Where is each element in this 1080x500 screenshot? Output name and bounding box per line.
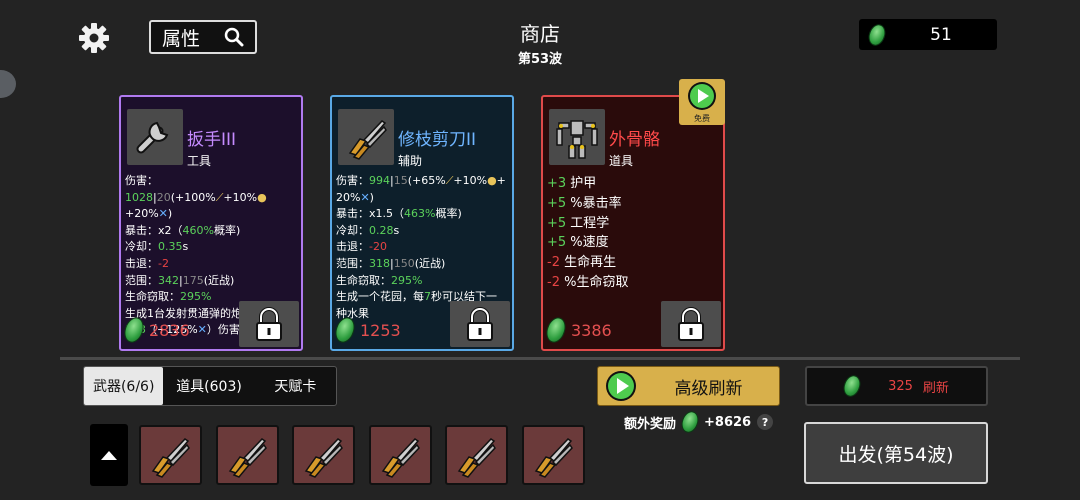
stat-line: 20%✕): [336, 190, 374, 204]
weapon-slot[interactable]: [445, 425, 508, 485]
go-label: 出发(第54波): [838, 443, 954, 466]
shop-title: 商店 第53波: [460, 18, 620, 67]
stat-line: -2 %生命窃取: [547, 274, 629, 290]
stat-line: +5 工程学: [547, 215, 610, 231]
attributes-button[interactable]: 属性: [149, 20, 257, 54]
free-reroll-button[interactable]: 免费: [679, 79, 725, 125]
stat-line: +3 护甲: [547, 176, 597, 191]
shop-card: 修枝剪刀II 辅助伤害：994|15(+65%⟋+10%●+ 20%✕) 暴击：x1.…: [330, 95, 514, 351]
stat-line: 生命窃取：295%: [336, 273, 423, 287]
pruning-shears-icon: [228, 438, 267, 478]
premium-refresh-label: 高级刷新: [674, 378, 743, 399]
tab-items[interactable]: 道具(603): [163, 367, 254, 405]
item-icon: [338, 109, 394, 165]
pruning-shears-icon: [457, 438, 496, 478]
pruning-shears-icon: [381, 438, 420, 478]
shop-card: 扳手III 工具伤害：1028|20(+100%⟋+10%● +20%✕) 暴击：x2…: [119, 95, 303, 351]
currency-amount: 51: [930, 24, 952, 45]
item-type: 道具: [609, 154, 634, 168]
weapon-slot[interactable]: [139, 425, 202, 485]
price-value: 2836: [149, 320, 190, 340]
item-icon: [549, 109, 605, 165]
stat-line: +5 %暴击率: [547, 195, 622, 211]
attributes-label: 属性: [161, 27, 200, 50]
material-coin-icon: [332, 314, 358, 346]
price-value: 1253: [360, 320, 401, 340]
side-handle[interactable]: [0, 70, 16, 98]
help-icon[interactable]: ?: [757, 414, 774, 430]
extra-bonus: 额外奖励 +8626 ?: [624, 408, 774, 436]
bonus-value: +8626: [704, 414, 752, 430]
play-icon: [688, 82, 716, 110]
stat-line: 范围：342|175(近战): [125, 273, 235, 287]
pruning-shears-icon: [151, 438, 190, 478]
material-coin-icon: [121, 314, 147, 346]
play-icon: [606, 371, 636, 401]
material-coin-icon: [840, 372, 864, 400]
lock-icon: [467, 307, 493, 341]
lock-button[interactable]: [239, 301, 299, 347]
price-value: 3386: [571, 320, 612, 340]
item-name: 外骨骼: [609, 130, 660, 150]
bonus-label: 额外奖励: [624, 416, 677, 432]
free-label: 免费: [694, 114, 710, 123]
tab-talent-cards[interactable]: 天赋卡: [255, 367, 336, 405]
refresh-button[interactable]: 325 刷新: [805, 366, 988, 406]
wave-label: 第53波: [517, 52, 563, 67]
stat-line: 冷却：0.28s: [336, 223, 400, 237]
item-price[interactable]: 3386: [543, 314, 612, 346]
stat-line: 伤害：1028|20(+100%⟋+10%●: [125, 174, 267, 204]
item-type: 辅助: [398, 154, 423, 168]
arrow-up-icon: [101, 451, 117, 460]
expand-button[interactable]: [90, 424, 128, 486]
stat-line: 击退：-2: [125, 256, 169, 270]
item-icon: [127, 109, 183, 165]
stat-line: 击退：-20: [336, 240, 387, 254]
stat-line: 暴击：x1.5（463%概率): [336, 207, 462, 221]
stat-line: 伤害：994|15(+65%⟋+10%●+: [336, 174, 506, 187]
item-price[interactable]: 1253: [332, 314, 401, 346]
lock-icon: [678, 307, 704, 341]
item-price[interactable]: 2836: [121, 314, 190, 346]
pruning-shears-icon: [304, 438, 343, 478]
weapon-slot[interactable]: [292, 425, 355, 485]
stat-line: 范围：318|150(近战): [336, 256, 446, 270]
gear-icon[interactable]: [78, 22, 110, 54]
item-name: 扳手III: [187, 130, 237, 150]
shop-card: 外骨骼道具 +3 护甲 +5 %暴击率 +5 工程学 +5 %速度 -2 生命再生 -2 %…: [541, 95, 725, 351]
search-icon: [224, 27, 244, 47]
lock-icon: [256, 307, 282, 341]
refresh-label: 刷新: [922, 380, 949, 396]
refresh-cost: 325: [888, 378, 913, 394]
lock-button[interactable]: [450, 301, 510, 347]
item-type: 工具: [187, 154, 212, 168]
premium-refresh-button[interactable]: 高级刷新: [597, 366, 780, 406]
stat-line: -2 生命再生: [547, 255, 617, 271]
weapon-slot[interactable]: [215, 425, 279, 485]
stat-line: 冷却：0.35s: [125, 240, 189, 254]
stat-line: +5 %速度: [547, 235, 609, 251]
material-coin-icon: [543, 314, 569, 346]
inventory-tabs: 武器(6/6) 道具(603) 天赋卡: [83, 366, 337, 406]
stat-line: 暴击：x2（460%概率): [125, 223, 241, 237]
tab-weapons[interactable]: 武器(6/6): [84, 367, 164, 405]
page-title: 商店: [520, 22, 560, 46]
pruning-shears-icon: [534, 438, 573, 478]
go-next-wave-button[interactable]: 出发(第54波): [804, 422, 988, 484]
item-stats: +3 护甲 +5 %暴击率 +5 工程学 +5 %速度 -2 生命再生 -2 %生命窃取: [547, 174, 719, 293]
weapon-slot[interactable]: [368, 425, 432, 485]
stat-line: +20%✕): [125, 207, 173, 221]
weapon-slot[interactable]: [521, 425, 585, 485]
divider: [60, 357, 1020, 360]
currency-display: 51: [859, 19, 997, 50]
item-name: 修枝剪刀II: [398, 130, 477, 150]
lock-button[interactable]: [661, 301, 721, 347]
item-stats: 伤害：994|15(+65%⟋+10%●+ 20%✕) 暴击：x1.5（463%概率…: [336, 173, 508, 322]
material-coin-icon: [678, 408, 702, 436]
